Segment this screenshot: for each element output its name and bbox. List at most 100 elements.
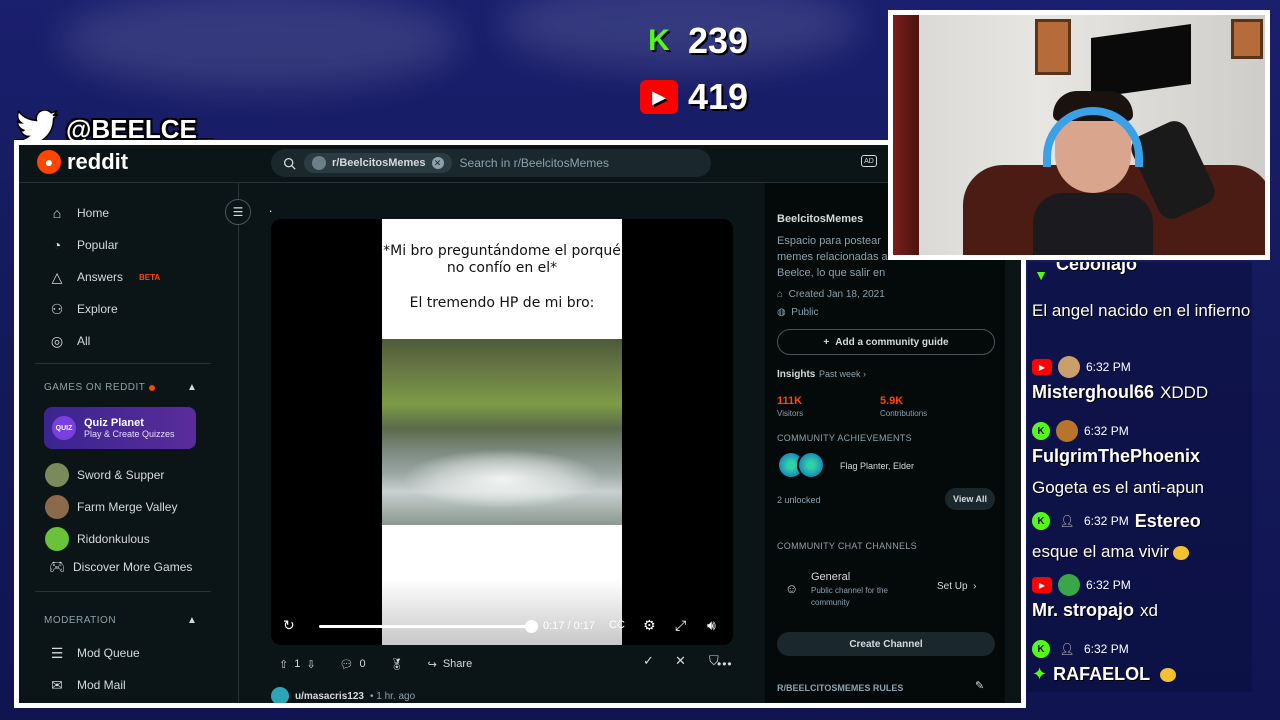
comment-count: 0 bbox=[359, 658, 366, 670]
sidebar-divider bbox=[35, 363, 211, 364]
sparkle-badge-icon: ✦ bbox=[1032, 664, 1048, 684]
sidebar-game-riddonkulous[interactable]: Riddonkulous bbox=[45, 527, 150, 551]
sidebar-item-label: Answers bbox=[77, 270, 124, 284]
left-sidebar: ☰ ⌂ Home ◔ Popular △ Answers BETA ⚇ Expl… bbox=[19, 183, 251, 703]
cake-icon: ⌂ bbox=[777, 289, 784, 300]
sidebar-item-explore[interactable]: ⚇ Explore bbox=[49, 301, 118, 317]
next-post-header[interactable]: u/masacris123 • 1 hr. ago bbox=[271, 687, 416, 703]
sidebar-divider bbox=[35, 591, 211, 592]
wall-tv bbox=[1091, 23, 1191, 99]
video-progress-bar[interactable] bbox=[319, 625, 531, 628]
approve-icon[interactable]: ✓ bbox=[643, 653, 654, 669]
fullscreen-icon[interactable]: ⤢ bbox=[675, 617, 686, 634]
chat-user-row: Mr. stropajo xd bbox=[1032, 600, 1158, 621]
chat-channel-icon: ☺ bbox=[785, 581, 799, 596]
streamer-body bbox=[1033, 193, 1153, 255]
edit-pencil-icon[interactable]: ✎ bbox=[975, 679, 984, 692]
youtube-icon: ▶ bbox=[640, 80, 678, 114]
sidebar-discover-games[interactable]: 🎮︎ Discover More Games bbox=[49, 559, 192, 575]
meme-video-frame: *Mi bro preguntándome el porqué no confí… bbox=[382, 219, 622, 645]
share-button[interactable]: ↪ Share bbox=[420, 654, 481, 675]
chat-message: esque el ama vivir bbox=[1032, 542, 1170, 561]
more-options-icon[interactable]: ••• bbox=[717, 657, 733, 671]
sidebar-collapse-button[interactable]: ☰ bbox=[225, 199, 251, 225]
comment-icon: 💬︎ bbox=[339, 658, 354, 671]
video-controls: ↻ 0:17 / 0:17 CC ⚙ ⤢ 🔊︎ bbox=[271, 611, 733, 641]
background-cloud bbox=[60, 0, 460, 90]
captions-icon[interactable]: CC bbox=[609, 619, 625, 631]
plus-icon: + bbox=[823, 336, 830, 348]
home-icon: ⌂ bbox=[52, 205, 62, 221]
games-section-heading[interactable]: GAMES ON REDDIT bbox=[44, 382, 156, 393]
advertise-icon[interactable]: AD bbox=[861, 155, 877, 167]
next-post-user[interactable]: u/masacris123 bbox=[295, 691, 364, 702]
youtube-viewer-counter: ▶ 419 bbox=[640, 76, 748, 118]
community-search-chip[interactable]: r/BeelcitosMemes ✕ bbox=[304, 153, 452, 173]
popular-icon: ◔ bbox=[52, 237, 62, 253]
youtube-icon: ▶ bbox=[1032, 577, 1052, 593]
sidebar-item-label: Popular bbox=[77, 238, 119, 252]
chat-user-row: FulgrimThePhoenix bbox=[1032, 446, 1200, 467]
sidebar-item-answers[interactable]: △ Answers BETA bbox=[49, 269, 161, 285]
sidebar-item-popular[interactable]: ◔ Popular bbox=[49, 237, 119, 253]
insights-period-dropdown[interactable]: Past week › bbox=[819, 369, 866, 379]
search-placeholder[interactable]: Search in r/BeelcitosMemes bbox=[460, 156, 609, 170]
add-community-guide-button[interactable]: + Add a community guide bbox=[777, 329, 995, 355]
channel-name[interactable]: General bbox=[811, 571, 850, 583]
next-post-age: • 1 hr. ago bbox=[369, 690, 416, 702]
downvote-icon[interactable]: ⇩ bbox=[306, 658, 315, 671]
meme-caption-1: *Mi bro preguntándome el porqué no confí… bbox=[383, 243, 621, 276]
search-bar[interactable]: r/BeelcitosMemes ✕ Search in r/Beelcitos… bbox=[271, 149, 711, 177]
video-player[interactable]: *Mi bro preguntándome el porqué no confí… bbox=[271, 219, 733, 645]
settings-gear-icon[interactable]: ⚙ bbox=[643, 617, 656, 634]
chevron-up-icon[interactable]: ▲ bbox=[187, 382, 197, 393]
game-avatar bbox=[45, 527, 69, 551]
chevron-up-icon[interactable]: ▲ bbox=[187, 615, 197, 626]
quiz-planet-card[interactable]: QUIZ Quiz Planet Play & Create Quizzes bbox=[44, 407, 196, 449]
unlocked-count: 2 unlocked bbox=[777, 495, 821, 505]
replay-icon[interactable]: ↻ bbox=[283, 617, 295, 634]
mail-icon: ✉ bbox=[51, 676, 63, 693]
community-created: ⌂ Created Jan 18, 2021 bbox=[777, 289, 885, 300]
reddit-logo[interactable]: ● reddit bbox=[37, 149, 128, 175]
award-icon: 🏅︎ bbox=[389, 658, 404, 671]
award-button[interactable]: 🏅︎ bbox=[382, 654, 412, 675]
sidebar-item-home[interactable]: ⌂ Home bbox=[49, 205, 109, 221]
elder-badge-icon bbox=[797, 451, 825, 479]
set-up-button[interactable]: Set Up › bbox=[937, 581, 976, 592]
user-avatar bbox=[271, 687, 289, 703]
chat-time: 6:32 PM bbox=[1086, 578, 1131, 592]
achievement-badges[interactable] bbox=[777, 451, 825, 479]
sidebar-item-all[interactable]: ◎ All bbox=[49, 333, 90, 349]
remove-icon[interactable]: ✕ bbox=[675, 653, 686, 669]
sidebar-game-farm-merge[interactable]: Farm Merge Valley bbox=[45, 495, 177, 519]
visitors-label: Visitors bbox=[777, 409, 804, 418]
volume-icon[interactable]: 🔊︎ bbox=[707, 617, 716, 634]
explore-icon: ⚇ bbox=[50, 300, 64, 317]
view-all-button[interactable]: View All bbox=[945, 488, 995, 510]
smirk-emoji-icon bbox=[1160, 667, 1177, 682]
gamepad-icon: 🎮︎ bbox=[49, 559, 66, 574]
chat-user: Estereo bbox=[1134, 510, 1201, 531]
video-progress-knob[interactable] bbox=[525, 620, 538, 633]
sidebar-item-mod-queue[interactable]: ☰ Mod Queue bbox=[49, 645, 140, 661]
community-chip-label: r/BeelcitosMemes bbox=[332, 157, 426, 169]
quiz-planet-subtitle: Play & Create Quizzes bbox=[84, 429, 175, 439]
sidebar-item-mod-mail[interactable]: ✉ Mod Mail bbox=[49, 677, 126, 693]
comments-button[interactable]: 💬︎ 0 bbox=[332, 654, 374, 675]
sidebar-game-sword-supper[interactable]: Sword & Supper bbox=[45, 463, 164, 487]
upvote-icon[interactable]: ⇧ bbox=[279, 658, 288, 671]
clear-chip-icon[interactable]: ✕ bbox=[431, 157, 444, 169]
all-icon: ◎ bbox=[50, 332, 64, 349]
moderation-section-heading[interactable]: MODERATION bbox=[44, 615, 116, 626]
streamer-webcam bbox=[888, 10, 1270, 260]
search-icon bbox=[283, 157, 296, 170]
chat-user: FulgrimThePhoenix bbox=[1032, 446, 1201, 466]
create-channel-button[interactable]: Create Channel bbox=[777, 632, 995, 656]
reddit-topbar: ● reddit r/BeelcitosMemes ✕ Search in r/… bbox=[19, 145, 1021, 183]
visitors-value: 111K bbox=[777, 395, 803, 407]
wall-picture bbox=[1231, 19, 1263, 59]
sidebar-item-label: Mod Mail bbox=[77, 678, 126, 692]
default-user-icon: 👤︎ bbox=[1059, 642, 1075, 656]
globe-icon: ◍ bbox=[777, 307, 786, 318]
